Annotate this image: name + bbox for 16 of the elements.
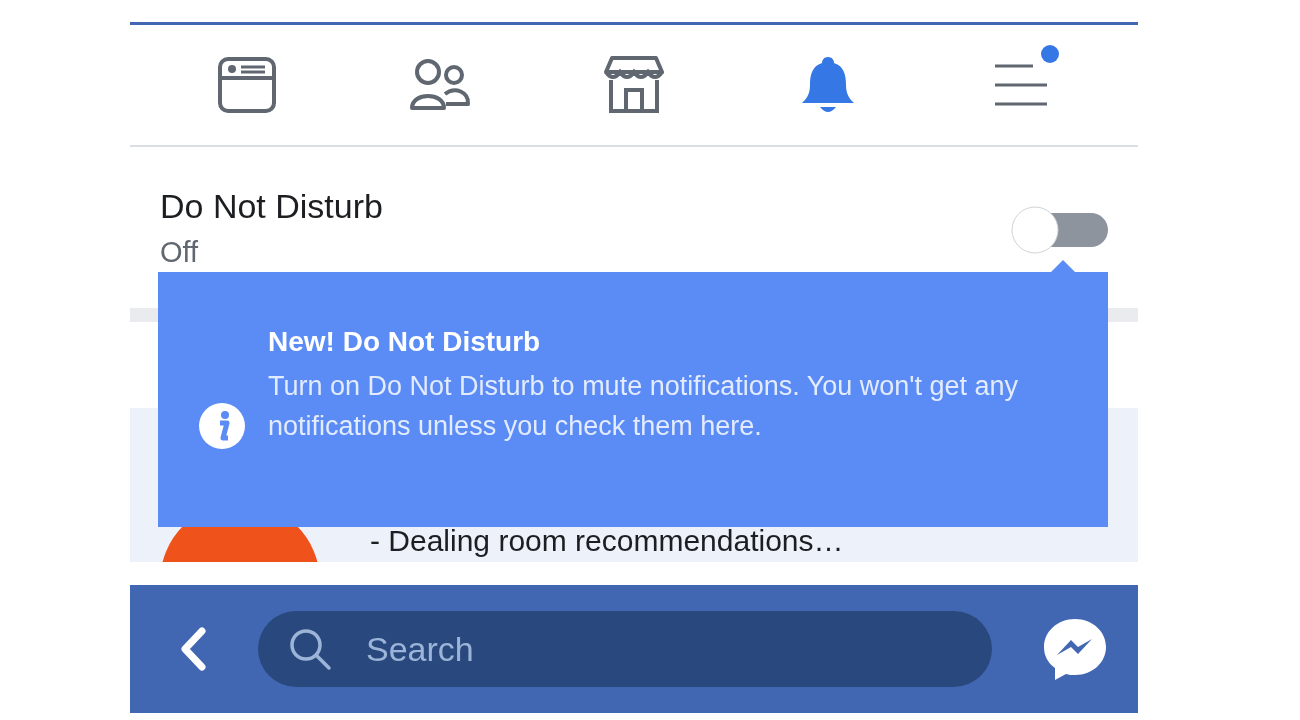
info-icon — [198, 402, 246, 450]
tooltip-title: New! Do Not Disturb — [268, 326, 542, 358]
setting-title: Do Not Disturb — [160, 187, 383, 226]
bell-icon — [799, 55, 856, 115]
news-feed-icon — [216, 56, 277, 114]
setting-status: Off — [160, 236, 200, 269]
notification-text: - Dealing room recommendations… — [370, 526, 844, 556]
search-icon — [288, 627, 332, 671]
storefront-icon — [604, 56, 664, 114]
menu-icon — [993, 62, 1050, 108]
friends-icon — [409, 58, 472, 112]
tooltip-text: Turn on Do Not Disturb to mute notifications. You won't get any notifications unless you check them here. — [268, 370, 1020, 443]
toggle-switch[interactable] — [1010, 205, 1110, 255]
back-icon[interactable] — [178, 627, 208, 671]
search-field[interactable]: Search — [258, 611, 992, 687]
messenger-icon[interactable] — [1042, 617, 1108, 681]
